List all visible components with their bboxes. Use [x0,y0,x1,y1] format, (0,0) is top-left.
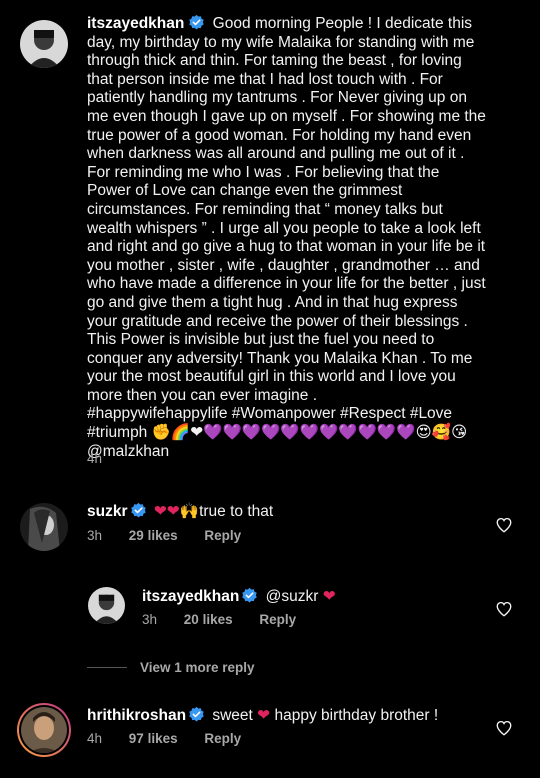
verified-badge-icon [188,14,205,31]
comment-body: itszayedkhan @suzkr ❤ [142,587,336,606]
hashtags-emoji-line: #triumph ✊🌈❤💜💜💜💜💜💜💜💜💜💜💜😍🥰😘 [87,424,487,443]
comment-text: true to that [199,503,274,520]
post-username[interactable]: itszayedkhan [87,15,184,32]
comment-emoji: ❤ [257,707,271,724]
comment-emoji: ❤ [322,588,336,605]
comment-meta: 3h 29 likes Reply [87,528,241,543]
comment-meta: 4h 97 likes Reply [87,731,241,746]
avatar-photo [20,503,68,551]
comment-text: happy birthday brother ! [274,707,439,724]
hashtags-line[interactable]: #happywifehappylife #Womanpower #Respect… [87,405,487,424]
view-more-label: View 1 more reply [140,660,255,675]
comment-time: 3h [87,528,103,543]
reply-button[interactable]: Reply [204,528,241,543]
avatar-photo [20,20,68,68]
comment-likes[interactable]: 29 likes [129,528,178,543]
post-caption: itszayedkhan Good morning People ! I ded… [87,14,487,461]
reply-button[interactable]: Reply [259,612,296,627]
like-heart-icon[interactable] [495,600,513,618]
verified-badge-icon [188,706,205,723]
mention-link[interactable]: @malzkhan [87,443,487,462]
avatar[interactable] [88,587,125,624]
like-heart-icon[interactable] [495,516,513,534]
comment-username[interactable]: itszayedkhan [142,588,239,605]
comment-body: hrithikroshan sweet ❤ happy birthday bro… [87,706,438,725]
verified-badge-icon [241,587,258,604]
avatar[interactable] [20,20,68,68]
comment-likes[interactable]: 20 likes [184,612,233,627]
avatar[interactable] [20,503,68,551]
comment-time: 4h [87,731,103,746]
story-ring-avatar[interactable] [16,702,72,758]
mention-link[interactable]: @suzkr [266,588,319,605]
view-more-replies-button[interactable]: View 1 more reply [87,660,255,675]
comment-username[interactable]: suzkr [87,503,128,520]
comment-time: 3h [142,612,158,627]
post-timestamp: 4h [87,451,103,466]
comment-username[interactable]: hrithikroshan [87,707,186,724]
comment-body: suzkr ❤❤🙌true to that [87,502,273,521]
comment-emoji: ❤❤🙌 [153,503,200,520]
verified-badge-icon [130,502,147,519]
hashtag-triumph[interactable]: #triumph [87,424,147,441]
emoji-string: ✊🌈❤💜💜💜💜💜💜💜💜💜💜💜😍🥰😘 [151,424,468,442]
avatar-photo [88,587,125,624]
comment-meta: 3h 20 likes Reply [142,612,296,627]
comment-text: sweet [212,707,253,724]
reply-button[interactable]: Reply [204,731,241,746]
comment-likes[interactable]: 97 likes [129,731,178,746]
caption-text: Good morning People ! I dedicate this da… [87,15,486,404]
divider [87,667,127,668]
avatar-photo [17,703,71,757]
like-heart-icon[interactable] [495,719,513,737]
